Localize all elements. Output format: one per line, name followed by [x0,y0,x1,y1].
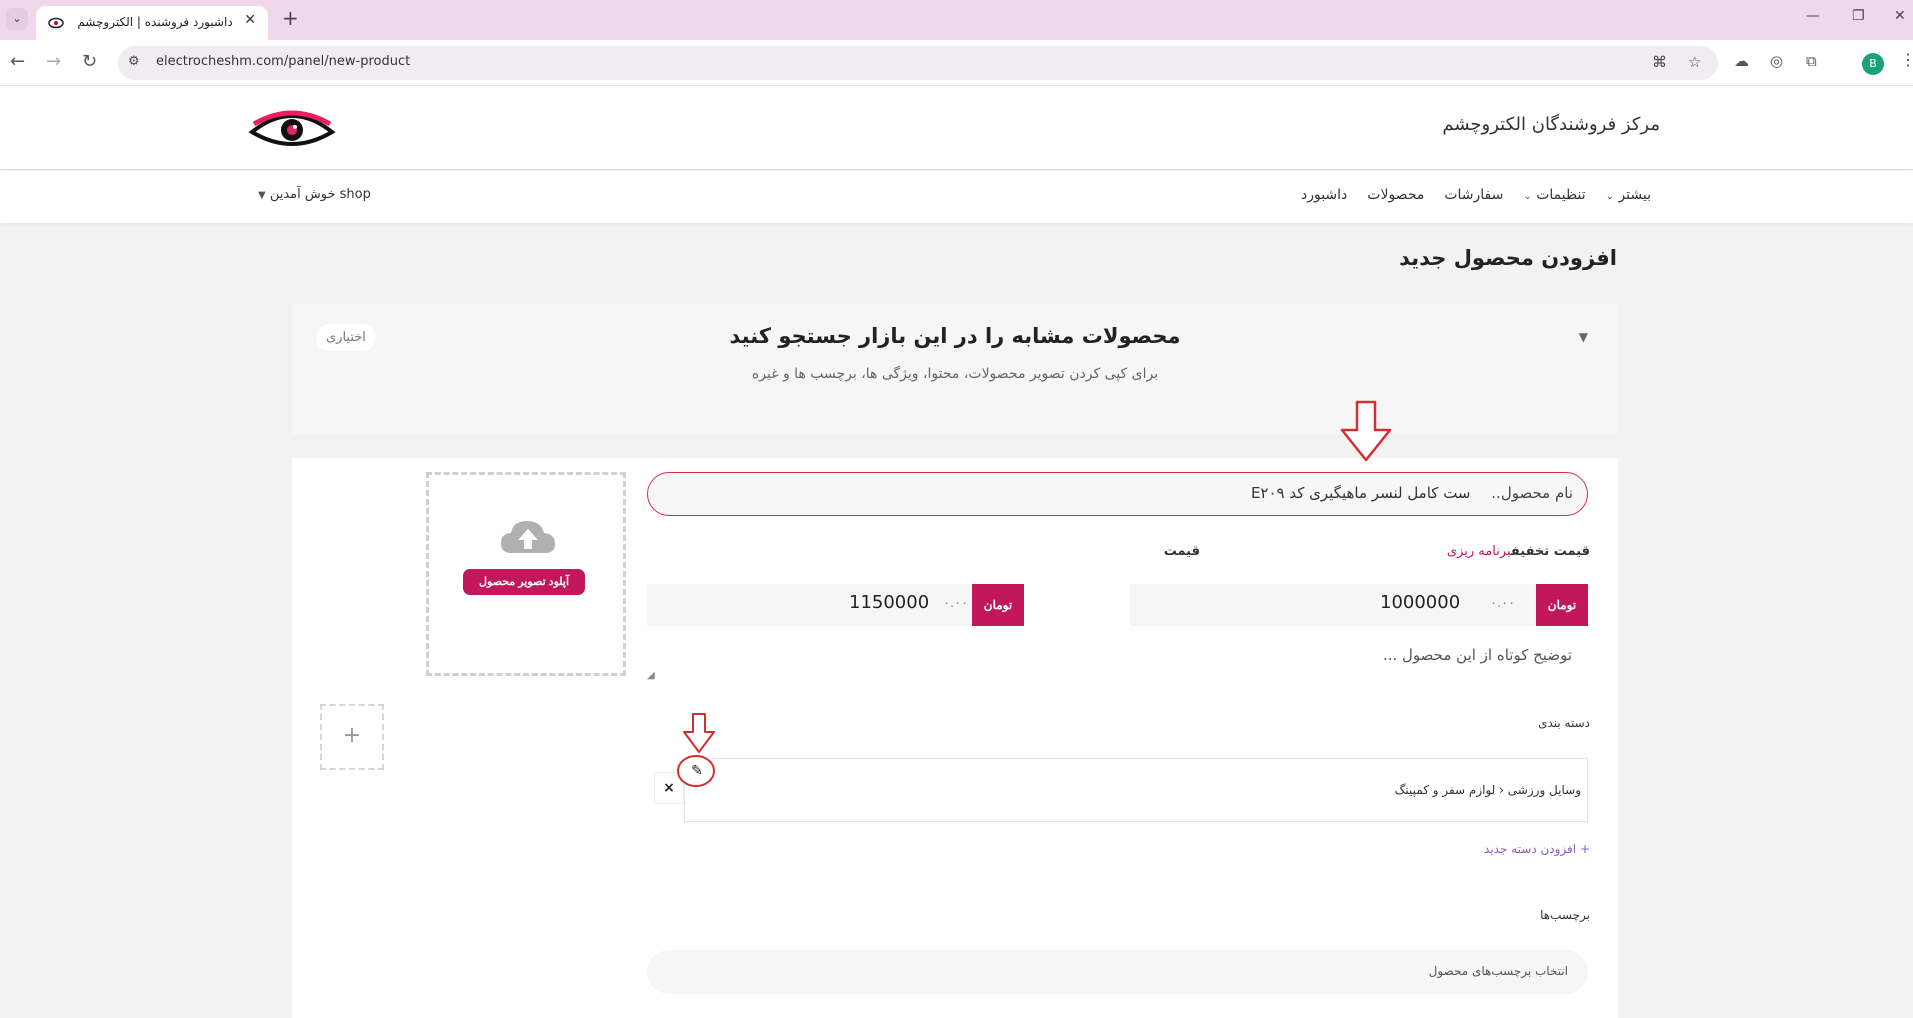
product-name-input[interactable]: نام محصول.. ست کامل لنسر ماهیگیری کد E۲۰… [647,472,1588,516]
user-menu[interactable]: shop خوش آمدین ▼ [258,187,371,202]
category-label: دسته بندی [1538,716,1590,730]
price-value[interactable]: 1150000 [849,592,929,613]
add-category-link[interactable]: + افزودن دسته جدید [1484,842,1590,856]
close-tab-icon[interactable]: ✕ [244,12,256,28]
price-decimal: ۰.۰۰ [943,596,969,611]
nav-more[interactable]: بیشتر ⌄ [1606,187,1651,203]
tab-list-icon[interactable]: ⌄ [6,8,28,30]
back-icon[interactable]: ← [10,52,25,72]
cloud-upload-icon [501,521,555,553]
tags-label: برچسب‌ها [1540,908,1590,922]
chevron-down-icon: ⌄ [1605,191,1614,202]
sale-price-currency-button[interactable]: تومان [1536,584,1588,626]
nav-settings[interactable]: تنظیمات ⌄ [1523,187,1585,203]
product-name-value: ست کامل لنسر ماهیگیری کد E۲۰۹ [1250,484,1471,502]
annotation-circle-icon [677,755,715,787]
similar-products-search-card[interactable]: محصولات مشابه را در این بازار جستجو کنید… [292,304,1618,434]
site-header: مرکز فروشندگان الکتروچشم [0,86,1913,170]
product-form: آپلود تصویر محصول + نام محصول.. ست کامل … [292,400,1618,1018]
image-upload-dropzone[interactable]: آپلود تصویر محصول [426,472,626,676]
sale-price-value[interactable]: 1000000 [1380,592,1460,613]
search-card-subtitle: برای کپی کردن تصویر محصولات، محتوا، ویژگ… [751,366,1159,382]
main-nav: داشبورد محصولات سفارشات تنظیمات ⌄ بیشتر … [0,171,1913,223]
caret-down-icon[interactable]: ▼ [1579,330,1588,344]
category-child: لوازم سفر و کمپینگ [1394,783,1496,797]
cloud-icon[interactable]: ☁ [1734,52,1749,70]
browser-toolbar: ← → ↻ ⚙ electrocheshm.com/panel/new-prod… [0,40,1913,86]
bookmark-star-icon[interactable]: ☆ [1688,53,1701,71]
add-gallery-image-button[interactable]: + [320,704,384,770]
nav-orders[interactable]: سفارشات [1444,187,1503,203]
page-title: افزودن محصول جدید [1399,246,1617,270]
favicon-eye-icon [48,17,64,29]
caret-down-icon: ▼ [258,190,266,201]
minimize-icon[interactable]: — [1806,8,1820,24]
category-parent: وسایل ورزشی [1507,783,1581,797]
address-bar[interactable]: ⚙ electrocheshm.com/panel/new-product ⌘ … [118,46,1718,80]
chevron-down-icon: ⌄ [1523,191,1532,202]
annotation-arrow-icon [1340,400,1392,462]
schedule-link[interactable]: برنامه ریزی [1447,544,1511,559]
nav-dashboard[interactable]: داشبورد [1301,187,1347,203]
browser-tab[interactable]: داشبورد فروشنده | الکتروچشم ✕ [36,6,268,40]
short-description-textarea[interactable]: توضیح کوتاه از این محصول ... [647,634,1588,676]
sale-price-label: قیمت تخفیف [1510,544,1590,559]
new-tab-icon[interactable]: + [282,6,299,30]
sale-price-decimal: ۰.۰۰ [1490,596,1516,611]
tags-select[interactable]: انتخاب برچسب‌های محصول [647,950,1588,994]
url-text[interactable]: electrocheshm.com/panel/new-product [156,54,410,69]
price-currency-button[interactable]: تومان [972,584,1024,626]
restore-icon[interactable]: ❐ [1852,8,1865,24]
translate-icon[interactable]: ⌘ [1652,53,1667,71]
media-icon[interactable]: ◎ [1770,52,1783,70]
category-separator: ‹ [1499,783,1504,797]
extensions-icon[interactable]: ⧉ [1806,52,1817,70]
upload-image-button[interactable]: آپلود تصویر محصول [463,569,585,595]
tab-title: داشبورد فروشنده | الکتروچشم [77,15,233,29]
resize-grip-icon[interactable]: ◢ [647,670,655,681]
site-info-icon[interactable]: ⚙ [128,54,140,69]
category-selector[interactable]: وسایل ورزشی ‹ لوازم سفر و کمپینگ [684,758,1588,822]
price-input-group[interactable]: تومان ۰.۰۰ 1150000 [647,584,1024,626]
optional-badge: اختیاری [316,324,376,351]
search-card-heading: محصولات مشابه را در این بازار جستجو کنید [729,324,1181,348]
annotation-arrow-icon [683,713,715,753]
forward-icon[interactable]: → [46,52,61,72]
sale-price-input-group[interactable]: تومان ۰.۰۰ 1000000 [1130,584,1588,626]
reload-icon[interactable]: ↻ [82,52,97,72]
price-label: قیمت [1163,544,1200,559]
profile-avatar[interactable]: B [1862,53,1884,75]
product-name-placeholder: نام محصول.. [1491,484,1573,502]
eye-logo-icon[interactable] [248,106,336,154]
welcome-text: shop خوش آمدین [269,187,371,202]
site-name: مرکز فروشندگان الکتروچشم [1442,114,1660,135]
close-window-icon[interactable]: ✕ [1894,8,1906,24]
nav-products[interactable]: محصولات [1367,187,1424,203]
browser-tab-bar: ⌄ داشبورد فروشنده | الکتروچشم ✕ + — ❐ ✕ [0,0,1913,40]
sale-price-label-group: قیمت تخفیفبرنامه ریزی [1447,544,1590,559]
kebab-menu-icon[interactable]: ⋮ [1900,50,1913,69]
category-path: وسایل ورزشی ‹ لوازم سفر و کمپینگ [1395,783,1581,797]
